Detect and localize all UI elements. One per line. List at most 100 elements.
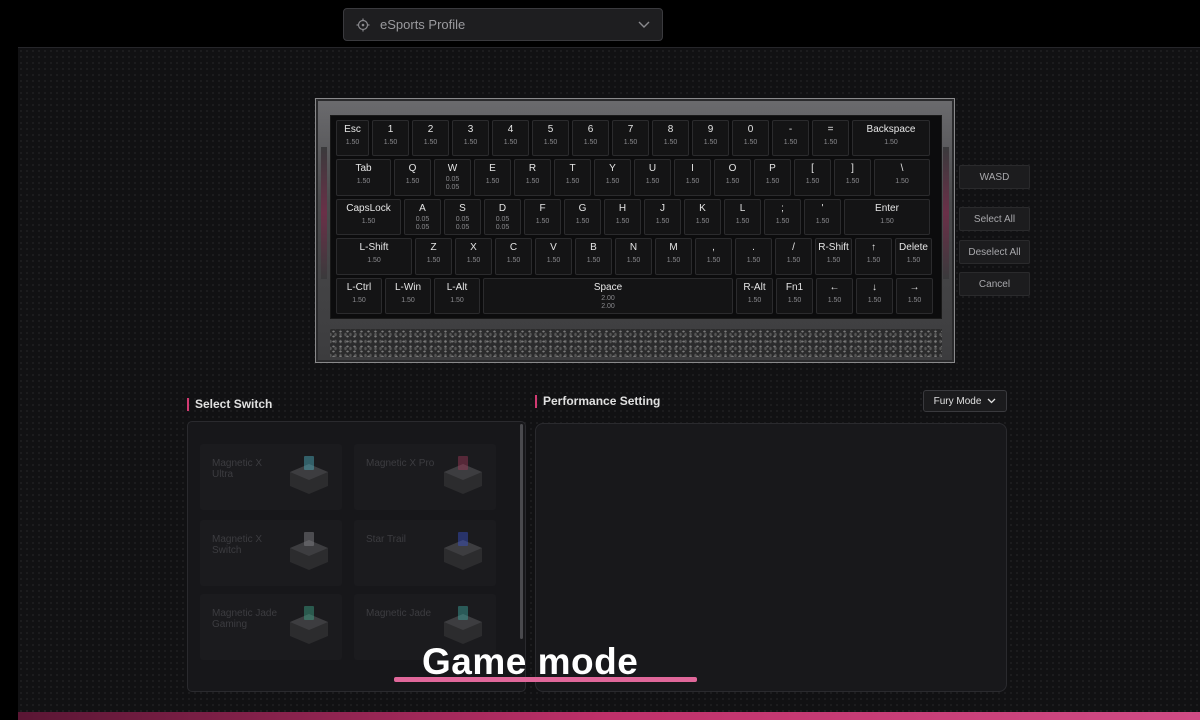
key-actuation-value: 1.50 xyxy=(906,257,921,265)
key[interactable]: M 1.50 xyxy=(655,238,692,275)
key-actuation-value: 1.50 xyxy=(626,257,641,265)
key[interactable]: R 1.50 xyxy=(514,159,551,196)
key[interactable]: 2 1.50 xyxy=(412,120,449,157)
keyboard-preview: Esc 1.50 1 1.50 2 1.50 3 1.50 4 1.50 5 1.50 6 1.50 7 1.… xyxy=(315,98,955,363)
key[interactable]: L-Alt 1.50 xyxy=(434,277,480,315)
key[interactable]: ↓ 1.50 xyxy=(856,277,893,315)
key[interactable]: \ 1.50 xyxy=(874,159,930,196)
key[interactable]: E 1.50 xyxy=(474,159,511,196)
key[interactable]: Y 1.50 xyxy=(594,159,631,196)
profile-dropdown[interactable]: eSports Profile xyxy=(343,8,663,41)
key[interactable]: N 1.50 xyxy=(615,238,652,275)
key[interactable]: W 0.05 0.05 xyxy=(434,159,471,196)
mode-dropdown[interactable]: Fury Mode xyxy=(923,390,1007,412)
key-label: V xyxy=(550,242,557,254)
key[interactable]: K 1.50 xyxy=(684,198,721,236)
key[interactable]: C 1.50 xyxy=(495,238,532,275)
key[interactable]: F 1.50 xyxy=(524,198,561,236)
key-actuation-value: 1.50 xyxy=(345,139,360,146)
key[interactable]: 0 1.50 xyxy=(732,120,769,157)
key[interactable]: Backspace 1.50 xyxy=(852,120,930,157)
key-label: L xyxy=(739,202,746,214)
key-actuation-value: 1.50 xyxy=(503,139,518,146)
switch-image-icon xyxy=(290,456,328,494)
key[interactable]: L-Ctrl 1.50 xyxy=(336,277,382,315)
key[interactable]: Z 1.50 xyxy=(415,238,452,275)
key[interactable]: Enter 1.50 xyxy=(844,198,930,236)
deselect-all-button[interactable]: Deselect All xyxy=(959,240,1030,264)
key-actuation-value: 0.05 xyxy=(455,215,470,223)
key-label: P xyxy=(769,163,776,175)
key-label: T xyxy=(569,163,576,175)
key[interactable]: I 1.50 xyxy=(674,159,711,196)
key[interactable]: R-Shift 1.50 xyxy=(815,238,852,275)
key[interactable]: 8 1.50 xyxy=(652,120,689,157)
key[interactable]: 1 1.50 xyxy=(372,120,409,157)
key[interactable]: ↑ 1.50 xyxy=(855,238,892,275)
key[interactable]: - 1.50 xyxy=(772,120,809,157)
key[interactable]: L 1.50 xyxy=(724,198,761,236)
key[interactable]: J 1.50 xyxy=(644,198,681,236)
key-label: H xyxy=(618,202,627,214)
key[interactable]: Tab 1.50 xyxy=(336,159,391,196)
keyboard-side-accent-left xyxy=(321,147,327,279)
key-label: 5 xyxy=(547,124,554,135)
wasd-button[interactable]: WASD xyxy=(959,165,1030,189)
key[interactable]: Fn1 1.50 xyxy=(776,277,813,315)
switch-card[interactable]: Magnetic Jade Gaming xyxy=(200,594,342,660)
switch-name: Star Trail xyxy=(366,534,407,545)
key[interactable]: [1.50 xyxy=(794,159,831,196)
switch-list-scrollbar[interactable] xyxy=(520,424,523,639)
key[interactable]: A 0.05 0.05 xyxy=(404,198,441,236)
key[interactable]: U 1.50 xyxy=(634,159,671,196)
key[interactable]: H 1.50 xyxy=(604,198,641,236)
key[interactable]: P 1.50 xyxy=(754,159,791,196)
switch-card[interactable]: Magnetic X Ultra xyxy=(200,444,342,510)
switch-card[interactable]: Magnetic X Pro xyxy=(354,444,496,510)
key[interactable]: G 1.50 xyxy=(564,198,601,236)
key[interactable]: ; 1.50 xyxy=(764,198,801,236)
key-actuation-value: 1.50 xyxy=(827,296,842,304)
key[interactable]: T 1.50 xyxy=(554,159,591,196)
key[interactable]: Q 1.50 xyxy=(394,159,431,196)
key[interactable]: Space 2.00 2.00 xyxy=(483,277,733,315)
key[interactable]: Delete 1.50 xyxy=(895,238,932,275)
key[interactable]: → 1.50 xyxy=(896,277,933,315)
select-all-button[interactable]: Select All xyxy=(959,207,1030,231)
key-actuation-value: 2.00 xyxy=(601,294,615,302)
key[interactable]: B 1.50 xyxy=(575,238,612,275)
key[interactable]: R-Alt 1.50 xyxy=(736,277,773,315)
switch-card[interactable]: Star Trail xyxy=(354,520,496,586)
key[interactable]: V 1.50 xyxy=(535,238,572,275)
key[interactable]: L-Win 1.50 xyxy=(385,277,431,315)
key[interactable]: 6 1.50 xyxy=(572,120,609,157)
key[interactable]: . 1.50 xyxy=(735,238,772,275)
keyboard-side-accent-right xyxy=(943,147,949,279)
key-actuation-value: 1.50 xyxy=(356,178,371,186)
keyboard-row: Esc 1.50 1 1.50 2 1.50 3 1.50 4 1.50 5 1.50 6 1.50 7 1.… xyxy=(336,120,936,157)
cancel-button[interactable]: Cancel xyxy=(959,272,1030,296)
keyboard-row: CapsLock 1.50 A 0.05 0.05 S 0.05 0.05 D 0.05 0.05 F… xyxy=(336,198,936,236)
key[interactable]: D 0.05 0.05 xyxy=(484,198,521,236)
key-label: ] xyxy=(851,163,854,175)
key[interactable]: 4 1.50 xyxy=(492,120,529,157)
key[interactable]: = 1.50 xyxy=(812,120,849,157)
key-actuation-value: 1.50 xyxy=(405,178,420,186)
key[interactable]: ] 1.50 xyxy=(834,159,871,196)
key[interactable]: Esc 1.50 xyxy=(336,120,369,157)
key[interactable]: 5 1.50 xyxy=(532,120,569,157)
key[interactable]: / 1.50 xyxy=(775,238,812,275)
key[interactable]: ' 1.50 xyxy=(804,198,841,236)
key[interactable]: 7 1.50 xyxy=(612,120,649,157)
key[interactable]: , 1.50 xyxy=(695,238,732,275)
key[interactable]: S 0.05 0.05 xyxy=(444,198,481,236)
key[interactable]: ← 1.50 xyxy=(816,277,853,315)
key[interactable]: X 1.50 xyxy=(455,238,492,275)
key[interactable]: 9 1.50 xyxy=(692,120,729,157)
key[interactable]: O 1.50 xyxy=(714,159,751,196)
key[interactable]: L-Shift 1.50 xyxy=(336,238,412,275)
key[interactable]: CapsLock 1.50 xyxy=(336,198,401,236)
key-label: A xyxy=(419,202,426,214)
key[interactable]: 3 1.50 xyxy=(452,120,489,157)
switch-card[interactable]: Magnetic X Switch xyxy=(200,520,342,586)
